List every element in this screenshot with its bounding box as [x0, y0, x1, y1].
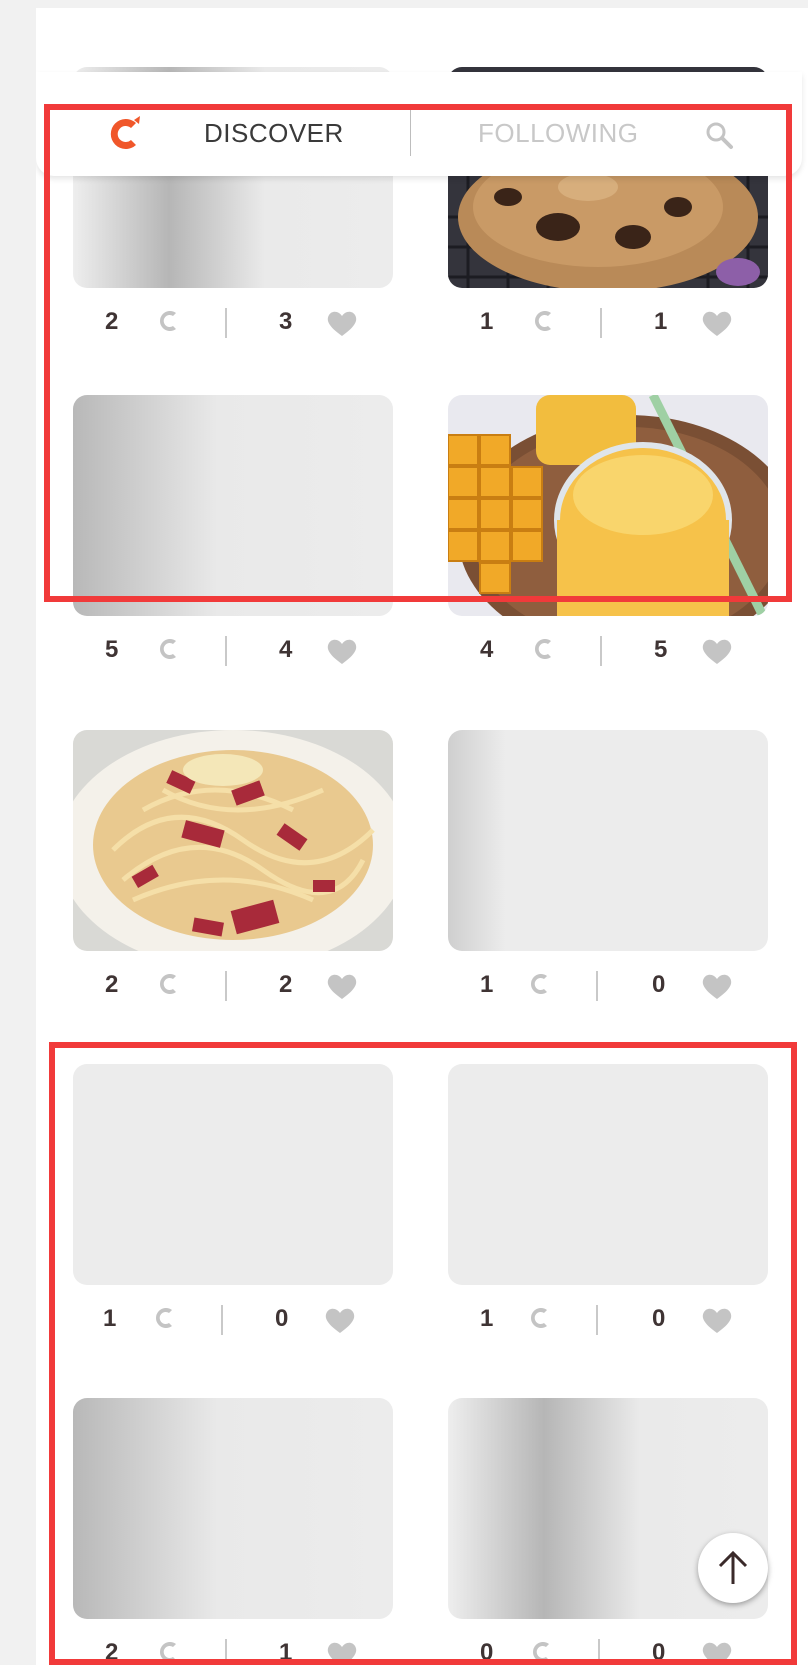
cooks-count: 2: [105, 308, 119, 335]
recipe-card[interactable]: 4 5: [448, 395, 768, 686]
cook-icon: [156, 1308, 172, 1328]
arrow-up-icon: [718, 1550, 748, 1584]
stats-divider: [596, 1305, 598, 1335]
stats-divider: [596, 971, 598, 1001]
recipe-image-mango-smoothie[interactable]: [448, 395, 768, 616]
stats-divider: [225, 636, 227, 666]
heart-icon[interactable]: [325, 636, 359, 666]
cook-icon: [160, 311, 176, 331]
cooks-count: 5: [105, 636, 119, 663]
cook-icon: [160, 974, 176, 994]
heart-icon[interactable]: [700, 636, 734, 666]
cooks-count: 1: [103, 1305, 117, 1332]
recipe-stats: 2 3: [73, 288, 393, 358]
recipe-stats: 2 2: [73, 951, 393, 1021]
recipe-card[interactable]: 1 0: [448, 730, 768, 1021]
likes-count: 0: [652, 1639, 666, 1665]
recipe-image-placeholder[interactable]: [73, 395, 393, 616]
stats-divider: [225, 1639, 227, 1665]
recipe-stats: 1 1: [448, 288, 768, 358]
carbonara-photo: [73, 730, 393, 951]
recipe-stats: 2 1: [73, 1619, 393, 1665]
recipe-card[interactable]: 1 0: [448, 1064, 768, 1355]
recipe-card[interactable]: 0 0: [448, 1398, 768, 1665]
heart-icon[interactable]: [700, 1639, 734, 1665]
cook-icon: [535, 311, 551, 331]
likes-count: 1: [654, 308, 668, 335]
top-nav: DISCOVER FOLLOWING: [36, 72, 802, 176]
nav-divider: [410, 110, 411, 156]
likes-count: 3: [279, 308, 293, 335]
recipe-image-carbonara[interactable]: [73, 730, 393, 951]
cook-icon: [160, 639, 176, 659]
recipe-grid: 2 3 1 1 5 4 4 5 2 2 1 0 1 0 1 0 2 1 0 0: [36, 8, 808, 1665]
tab-following[interactable]: FOLLOWING: [478, 118, 639, 149]
stats-divider: [221, 1305, 223, 1335]
likes-count: 0: [275, 1305, 289, 1332]
heart-icon[interactable]: [325, 1639, 359, 1665]
cooks-count: 1: [480, 971, 494, 998]
cooks-count: 4: [480, 636, 494, 663]
likes-count: 0: [652, 1305, 666, 1332]
likes-count: 5: [654, 636, 668, 663]
stats-divider: [225, 308, 227, 338]
scroll-to-top-button[interactable]: [698, 1533, 768, 1603]
recipe-image-placeholder[interactable]: [73, 1398, 393, 1619]
cooks-count: 1: [480, 1305, 494, 1332]
recipe-image-placeholder[interactable]: [448, 1064, 768, 1285]
recipe-card[interactable]: 1 0: [73, 1064, 393, 1355]
recipe-card[interactable]: 2 2: [73, 730, 393, 1021]
recipe-card[interactable]: 2 1: [73, 1398, 393, 1665]
heart-icon[interactable]: [325, 971, 359, 1001]
app-screen: 2 3 1 1 5 4 4 5 2 2 1 0 1 0 1 0 2 1 0 0 …: [36, 8, 808, 1665]
cooks-count: 2: [105, 1639, 119, 1665]
recipe-image-placeholder[interactable]: [448, 730, 768, 951]
tab-discover[interactable]: DISCOVER: [204, 118, 344, 149]
likes-count: 1: [279, 1639, 293, 1665]
stats-divider: [225, 971, 227, 1001]
recipe-stats: 1 0: [448, 1285, 768, 1355]
heart-icon[interactable]: [700, 1305, 734, 1335]
likes-count: 4: [279, 636, 293, 663]
cook-icon: [535, 639, 551, 659]
cook-icon: [531, 1308, 547, 1328]
recipe-stats: 0 0: [448, 1619, 768, 1665]
recipe-stats: 5 4: [73, 616, 393, 686]
cooks-count: 1: [480, 308, 494, 335]
cookpad-logo-icon[interactable]: [106, 114, 146, 154]
recipe-stats: 4 5: [448, 616, 768, 686]
stats-divider: [598, 1639, 600, 1665]
recipe-stats: 1 0: [448, 951, 768, 1021]
heart-icon[interactable]: [700, 971, 734, 1001]
stats-divider: [600, 636, 602, 666]
recipe-stats: 1 0: [73, 1285, 393, 1355]
cooks-count: 2: [105, 971, 119, 998]
cook-icon: [533, 1642, 549, 1662]
likes-count: 2: [279, 971, 293, 998]
heart-icon[interactable]: [700, 308, 734, 338]
cooks-count: 0: [480, 1639, 494, 1665]
recipe-card[interactable]: 5 4: [73, 395, 393, 686]
search-icon[interactable]: [704, 120, 734, 150]
stats-divider: [600, 308, 602, 338]
heart-icon[interactable]: [325, 308, 359, 338]
heart-icon[interactable]: [323, 1305, 357, 1335]
mango-smoothie-photo: [448, 395, 768, 616]
cook-icon: [531, 974, 547, 994]
likes-count: 0: [652, 971, 666, 998]
cook-icon: [160, 1642, 176, 1662]
recipe-image-placeholder[interactable]: [73, 1064, 393, 1285]
